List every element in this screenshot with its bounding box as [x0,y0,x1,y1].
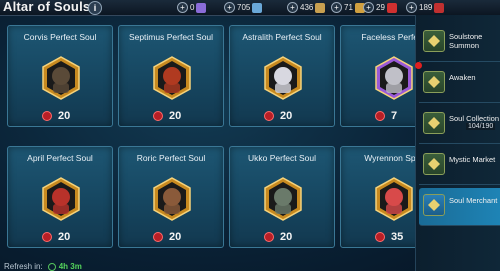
menu-item-label: Awaken [449,73,476,82]
soul-collection-counter: 104/190 [466,123,496,130]
notification-badge [415,62,422,69]
soul-essence-icon [264,111,274,121]
resource-arena-tokens[interactable]: + 71 [331,2,367,13]
mystic-market-icon [423,153,445,175]
menu-item-label: Soulstone Summon [449,32,483,50]
soul-cost-value: 7 [391,110,398,122]
soul-card-name: Septimus Perfect Soul [128,32,214,42]
awaken-icon [423,71,445,93]
soul-cost-value: 20 [169,110,182,122]
menu-item-soulstone-summon[interactable]: Soulstone Summon [419,24,500,62]
add-icon[interactable]: + [363,2,374,13]
champion-portrait [263,56,303,100]
champion-portrait [374,177,414,221]
champion-portrait [374,56,414,100]
soul-cost-value: 20 [58,231,71,243]
resource-value: 29 [376,3,385,12]
soul-card[interactable]: April Perfect Soul 20 [7,146,113,248]
soul-cost: 20 [42,231,70,243]
soul-cost: 20 [42,110,70,122]
soul-essence-icon [42,111,52,121]
soul-cost-value: 20 [169,231,182,243]
refresh-time: 4h 3m [58,262,82,271]
resource-shards[interactable]: + 189 [406,2,446,13]
resource-soul-essence[interactable]: + 29 [363,2,399,13]
info-button[interactable]: i [88,1,102,15]
soul-cost-value: 20 [280,231,293,243]
resource-gems[interactable]: + 0 [177,2,208,13]
champion-portrait [152,177,192,221]
soul-card-name: Ukko Perfect Soul [247,153,317,163]
menu-item-mystic-market[interactable]: Mystic Market [419,147,500,185]
soul-cost-value: 20 [280,110,293,122]
soul-cost: 20 [153,231,181,243]
top-bar: Altar of Souls i + 0 + 705 + 436 + 71 + … [0,0,500,16]
energy-icon [252,2,263,13]
soul-cost: 20 [153,110,181,122]
menu-item-label: Soul Merchant [449,196,498,205]
menu-item-soul-merchant[interactable]: Soul Merchant [419,188,500,226]
soul-essence-icon [264,232,274,242]
soul-cost-value: 35 [391,231,404,243]
soul-essence-icon [153,232,163,242]
side-menu: Soulstone Summon Awaken Soul Collection … [415,15,500,271]
menu-item-awaken[interactable]: Awaken [415,62,500,103]
soul-merchant-icon [423,194,445,216]
resource-value: 705 [237,3,251,12]
champion-portrait [41,177,81,221]
clock-icon [47,262,56,271]
champion-portrait [152,56,192,100]
soul-card-name: Astralith Perfect Soul [242,32,322,42]
menu-item-label: Mystic Market [449,155,496,164]
soul-essence-icon [375,111,385,121]
soul-cost: 7 [375,110,397,122]
add-icon[interactable]: + [224,2,235,13]
soul-card[interactable]: Septimus Perfect Soul 20 [118,25,224,127]
soul-card[interactable]: Roric Perfect Soul 20 [118,146,224,248]
soul-cost: 35 [375,231,403,243]
soul-card[interactable]: Astralith Perfect Soul 20 [229,25,335,127]
gems-icon [196,2,207,13]
soul-cost: 20 [264,110,292,122]
soul-card-name: April Perfect Soul [27,153,93,163]
soulstone-icon [423,30,445,52]
resource-value: 71 [344,3,353,12]
champion-portrait [263,177,303,221]
soul-collection-icon [423,112,445,134]
soul-card-name: Corvis Perfect Soul [23,32,97,42]
resource-silver[interactable]: + 436 [287,2,327,13]
soul-card[interactable]: Corvis Perfect Soul 20 [7,25,113,127]
shards-icon [434,2,445,13]
refresh-timer: Refresh in: 4h 3m [4,262,82,271]
page-title: Altar of Souls [3,0,91,14]
resource-value: 0 [190,3,195,12]
add-icon[interactable]: + [287,2,298,13]
champion-portrait [41,56,81,100]
soul-essence-icon [386,2,397,13]
menu-item-label: Soul Collection [449,114,500,123]
soul-essence-icon [375,232,385,242]
soul-cost: 20 [264,231,292,243]
soul-card[interactable]: Ukko Perfect Soul 20 [229,146,335,248]
add-icon[interactable]: + [406,2,417,13]
soul-essence-icon [153,111,163,121]
silver-icon [315,2,326,13]
add-icon[interactable]: + [177,2,188,13]
resource-energy[interactable]: + 705 [224,2,264,13]
add-icon[interactable]: + [331,2,342,13]
resource-value: 436 [300,3,314,12]
soul-cost-value: 20 [58,110,71,122]
resource-value: 189 [419,3,433,12]
soul-card-name: Roric Perfect Soul [136,153,206,163]
refresh-label: Refresh in: [4,262,43,271]
soul-essence-icon [42,232,52,242]
